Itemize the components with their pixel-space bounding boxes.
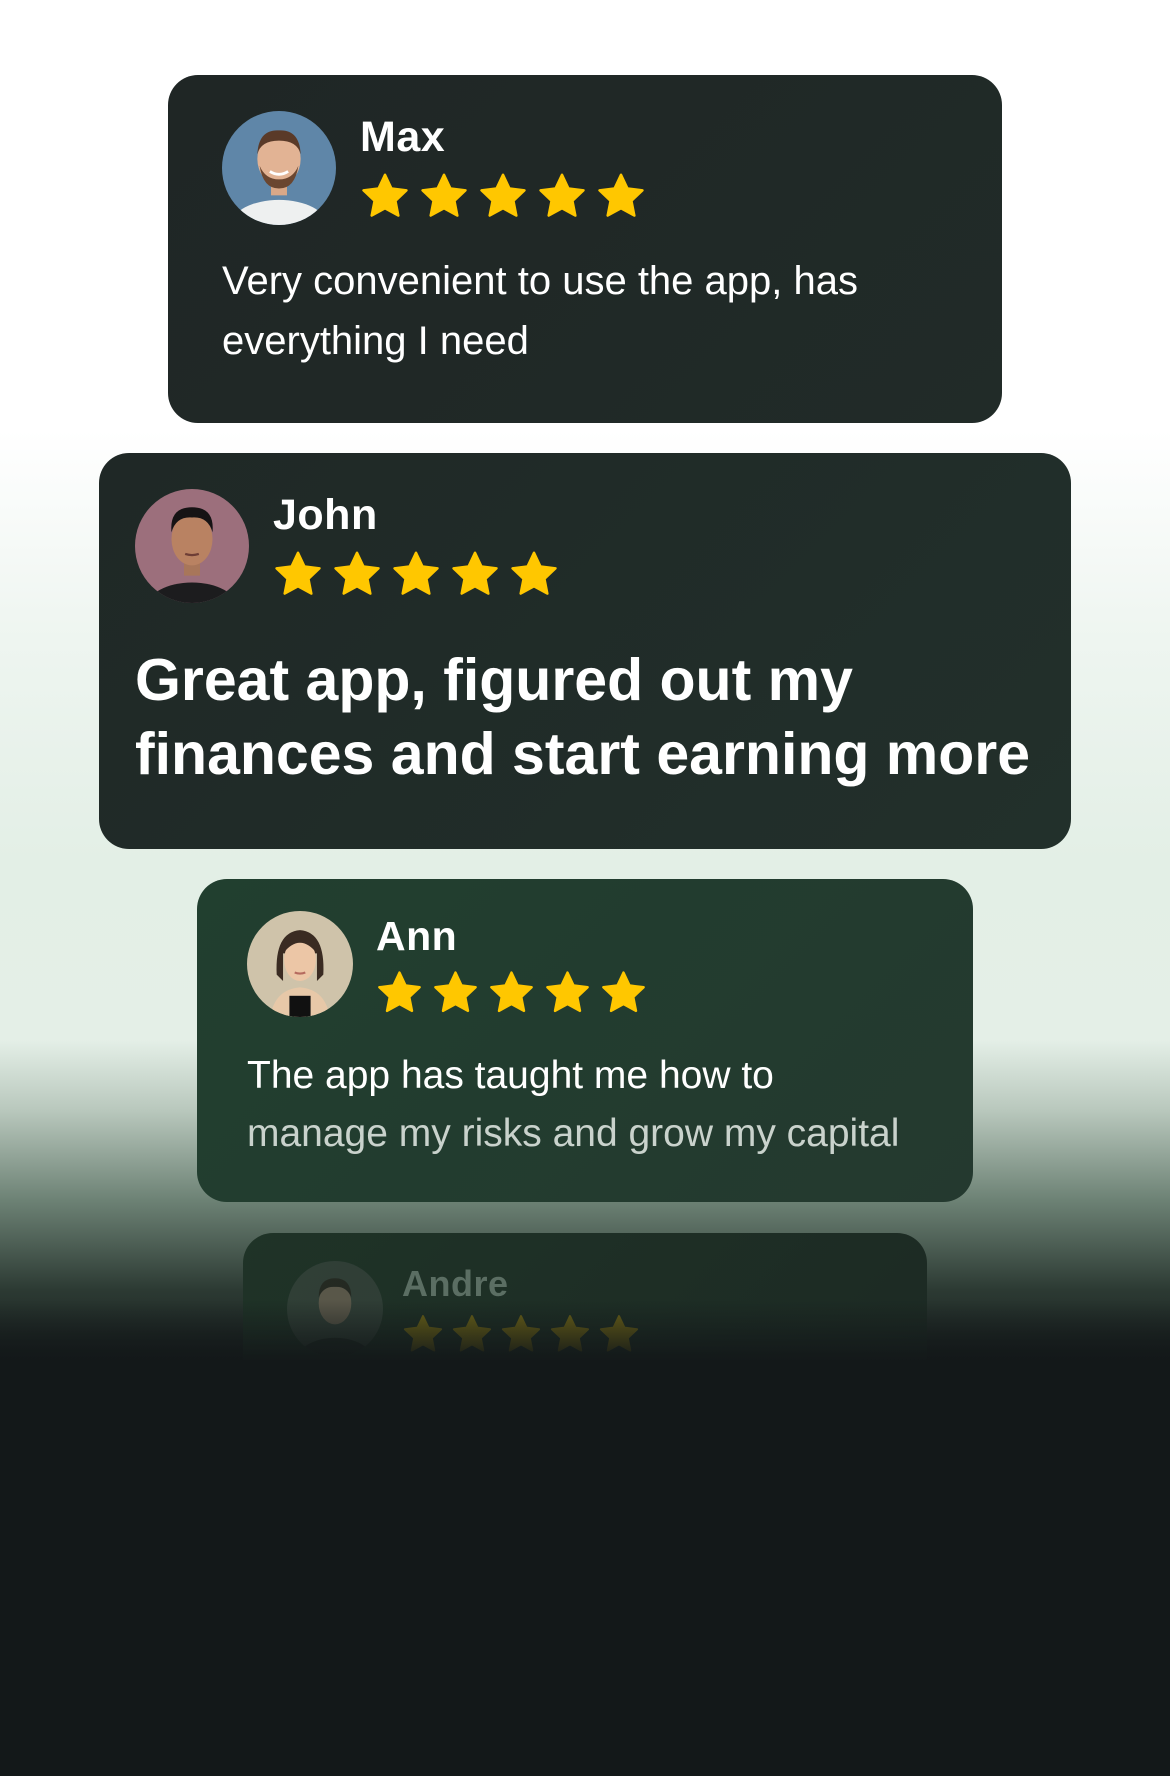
avatar-man-smiling-icon <box>222 111 336 225</box>
star-icon <box>480 173 526 217</box>
review-text: Great app, figured out my finances and s… <box>135 643 1055 791</box>
star-icon <box>602 971 645 1013</box>
review-card-ann: Ann The app has taught me how to manage … <box>197 879 973 1202</box>
reviewer-name: Andre <box>402 1263 509 1304</box>
star-icon <box>275 551 321 595</box>
reviewer-name: John <box>273 491 378 539</box>
review-text: The app has taught me how to manage my r… <box>247 1047 967 1163</box>
avatar-max <box>222 111 336 225</box>
review-text: Very convenient to use the app, has ever… <box>222 251 982 371</box>
review-text-line: everything I need <box>222 319 529 363</box>
review-text-line: Very convenient to use the app, has <box>222 259 858 303</box>
star-icon <box>378 971 421 1013</box>
star-icon <box>334 551 380 595</box>
star-icon <box>598 173 644 217</box>
star-icon <box>362 173 408 217</box>
avatar-man-portrait-icon <box>135 489 249 603</box>
review-text-line: manage my risks and grow my capital <box>247 1112 900 1155</box>
star-icon <box>452 551 498 595</box>
star-rating <box>273 549 568 599</box>
avatar-ann <box>247 911 353 1017</box>
bottom-fade-gradient <box>0 1300 1170 1362</box>
star-icon <box>511 551 557 595</box>
star-rating <box>376 969 656 1016</box>
star-icon <box>490 971 533 1013</box>
star-icon <box>539 173 585 217</box>
review-card-max: Max Very convenient to use the app, has … <box>168 75 1002 423</box>
avatar-woman-portrait-icon <box>247 911 353 1017</box>
reviewer-name: Max <box>360 113 446 161</box>
bottom-dark-panel <box>0 1360 1170 1776</box>
reviewer-name: Ann <box>376 913 458 959</box>
star-icon <box>393 551 439 595</box>
star-icon <box>546 971 589 1013</box>
review-text-line: finances and start earning more <box>135 721 1031 787</box>
avatar-john <box>135 489 249 603</box>
review-text-line: Great app, figured out my <box>135 647 853 713</box>
star-rating <box>360 171 655 221</box>
star-icon <box>434 971 477 1013</box>
review-text-line: The app has taught me how to <box>247 1054 774 1097</box>
star-icon <box>421 173 467 217</box>
review-card-john: John Great app, figured out my finances … <box>99 453 1071 849</box>
